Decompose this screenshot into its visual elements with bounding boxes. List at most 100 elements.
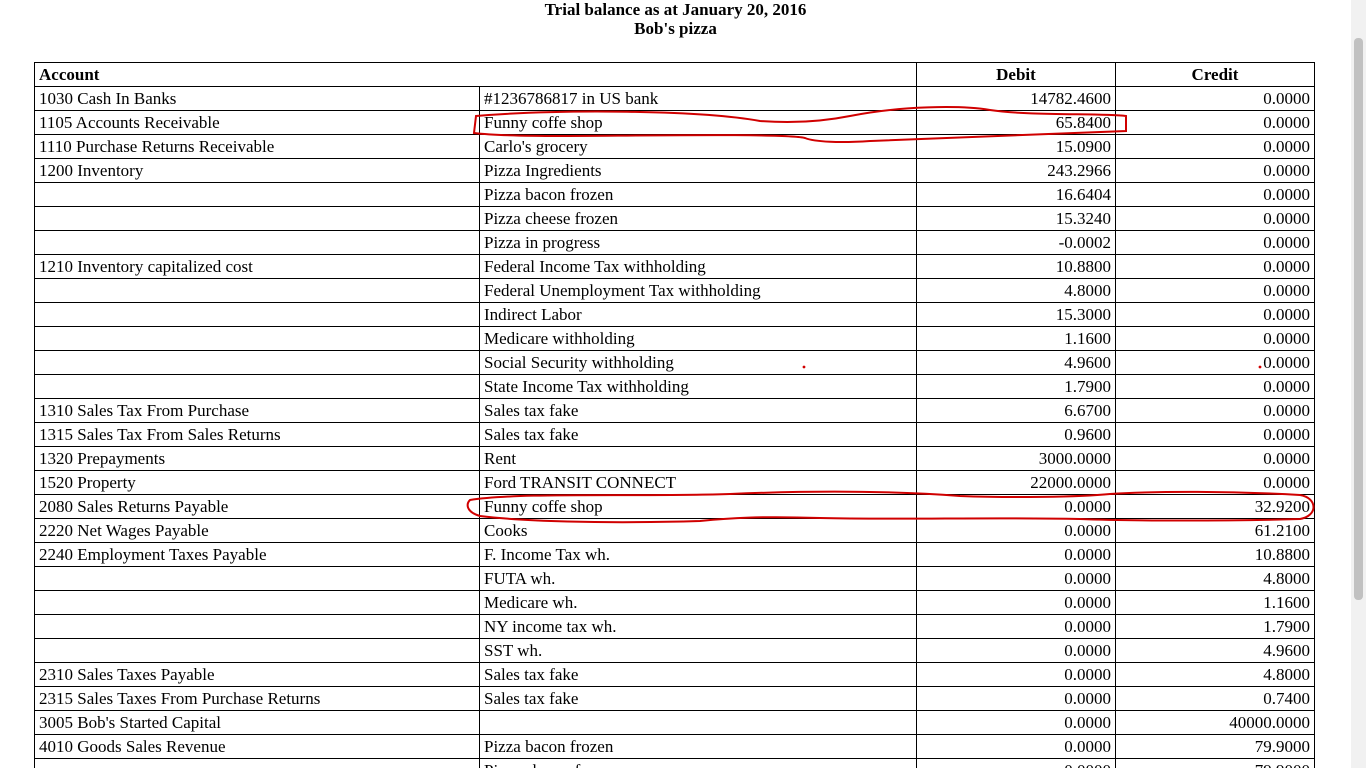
- detail-cell: [479, 710, 917, 735]
- table-row: 4010 Goods Sales Revenue Pizza bacon froz…: [34, 734, 1315, 759]
- table-row: 2220 Net Wages Payable Cooks 0.0000 61.2100: [34, 518, 1315, 543]
- credit-cell: 0.0000: [1115, 182, 1315, 207]
- credit-cell: 4.8000: [1115, 566, 1315, 591]
- credit-cell: 1.1600: [1115, 590, 1315, 615]
- credit-cell: 0.0000: [1115, 326, 1315, 351]
- account-column-header: Account: [34, 62, 917, 87]
- detail-cell: Indirect Labor: [479, 302, 917, 327]
- account-cell: [34, 302, 480, 327]
- detail-cell: Ford TRANSIT CONNECT: [479, 470, 917, 495]
- account-cell: 1030 Cash In Banks: [34, 86, 480, 111]
- table-row: 1520 Property Ford TRANSIT CONNECT 22000.0…: [34, 470, 1315, 495]
- table-row: 1320 Prepayments Rent 3000.0000 0.0000: [34, 446, 1315, 471]
- account-cell: [34, 278, 480, 303]
- account-cell: 1210 Inventory capitalized cost: [34, 254, 480, 279]
- debit-cell: 14782.4600: [916, 86, 1116, 111]
- scrollbar-thumb[interactable]: [1354, 38, 1363, 600]
- account-cell: [34, 614, 480, 639]
- table-row: Pizza cheese frozen0.000079.9000: [34, 758, 1315, 768]
- debit-cell: 0.0000: [916, 686, 1116, 711]
- account-cell: 1200 Inventory: [34, 158, 480, 183]
- debit-cell: 0.0000: [916, 518, 1116, 543]
- detail-cell: Medicare wh.: [479, 590, 917, 615]
- table-row: Indirect Labor 15.3000 0.0000: [34, 302, 1315, 327]
- table-row: 1210 Inventory capitalized cost Federal I…: [34, 254, 1315, 279]
- table-row: 1200 Inventory Pizza Ingredients 243.2966 0…: [34, 158, 1315, 183]
- detail-cell: Medicare withholding: [479, 326, 917, 351]
- account-cell: [34, 638, 480, 663]
- detail-cell: Cooks: [479, 518, 917, 543]
- account-cell: 2080 Sales Returns Payable: [34, 494, 480, 519]
- debit-cell: 15.3240: [916, 206, 1116, 231]
- account-cell: 1315 Sales Tax From Sales Returns: [34, 422, 480, 447]
- account-cell: [34, 182, 480, 207]
- table-row: 2080 Sales Returns Payable Funny coffe sh…: [34, 494, 1315, 519]
- detail-cell: Sales tax fake: [479, 662, 917, 687]
- report-title: Trial balance as at January 20, 2016: [544, 0, 807, 19]
- debit-cell: 0.0000: [916, 758, 1116, 768]
- detail-cell: Funny coffe shop: [479, 494, 917, 519]
- debit-cell: 65.8400: [916, 110, 1116, 135]
- detail-cell: Rent: [479, 446, 917, 471]
- table-row: 1105 Accounts Receivable Funny coffe shop…: [34, 110, 1315, 135]
- debit-cell: 16.6404: [916, 182, 1116, 207]
- detail-cell: Pizza bacon frozen: [479, 734, 917, 759]
- detail-cell: Pizza bacon frozen: [479, 182, 917, 207]
- table-row: 2310 Sales Taxes Payable Sales tax fake 0.…: [34, 662, 1315, 687]
- debit-cell: 3000.0000: [916, 446, 1116, 471]
- debit-cell: 6.6700: [916, 398, 1116, 423]
- debit-cell: 0.0000: [916, 710, 1116, 735]
- vertical-scrollbar[interactable]: [1351, 0, 1366, 768]
- account-cell: 2315 Sales Taxes From Purchase Returns: [34, 686, 480, 711]
- account-cell: 3005 Bob's Started Capital: [34, 710, 480, 735]
- table-body: 1030 Cash In Banks #1236786817 in US bank…: [34, 86, 1315, 768]
- debit-cell: 15.0900: [916, 134, 1116, 159]
- credit-cell: 0.0000: [1115, 230, 1315, 255]
- account-cell: [34, 326, 480, 351]
- credit-cell: 1.7900: [1115, 614, 1315, 639]
- debit-cell: 0.0000: [916, 638, 1116, 663]
- credit-cell: 10.8800: [1115, 542, 1315, 567]
- credit-cell: 0.0000: [1115, 302, 1315, 327]
- debit-cell: 0.0000: [916, 614, 1116, 639]
- table-row: Medicare wh. 0.0000 1.1600: [34, 590, 1315, 615]
- table-row: Pizza bacon frozen 16.6404 0.0000: [34, 182, 1315, 207]
- debit-cell: 1.1600: [916, 326, 1116, 351]
- account-cell: 1110 Purchase Returns Receivable: [34, 134, 480, 159]
- account-cell: [34, 230, 480, 255]
- credit-cell: 0.0000: [1115, 206, 1315, 231]
- detail-cell: Social Security withholding: [479, 350, 917, 375]
- detail-cell: Pizza Ingredients: [479, 158, 917, 183]
- detail-cell: Funny coffe shop: [479, 110, 917, 135]
- trial-balance-table: Account Debit Credit 1030 Cash In Banks #…: [34, 62, 1315, 768]
- detail-cell: Pizza cheese frozen: [479, 206, 917, 231]
- credit-cell: 4.8000: [1115, 662, 1315, 687]
- credit-cell: 0.0000: [1115, 422, 1315, 447]
- table-row: Medicare withholding 1.1600 0.0000: [34, 326, 1315, 351]
- debit-cell: 4.9600: [916, 350, 1116, 375]
- debit-cell: 0.9600: [916, 422, 1116, 447]
- detail-cell: Pizza cheese frozen: [479, 758, 917, 768]
- report-header: Trial balance as at January 20, 2016 Bob…: [0, 0, 1351, 38]
- credit-cell: 0.0000: [1115, 398, 1315, 423]
- debit-cell: 0.0000: [916, 542, 1116, 567]
- detail-cell: State Income Tax withholding: [479, 374, 917, 399]
- account-cell: 2310 Sales Taxes Payable: [34, 662, 480, 687]
- credit-cell: 0.0000: [1115, 446, 1315, 471]
- debit-cell: 22000.0000: [916, 470, 1116, 495]
- account-cell: 1320 Prepayments: [34, 446, 480, 471]
- account-cell: 4010 Goods Sales Revenue: [34, 734, 480, 759]
- table-header-row: Account Debit Credit: [34, 62, 1315, 87]
- debit-cell: 4.8000: [916, 278, 1116, 303]
- detail-cell: SST wh.: [479, 638, 917, 663]
- table-row: Social Security withholding 4.9600 0.0000: [34, 350, 1315, 375]
- debit-cell: 1.7900: [916, 374, 1116, 399]
- debit-cell: 0.0000: [916, 494, 1116, 519]
- account-cell: 1310 Sales Tax From Purchase: [34, 398, 480, 423]
- credit-cell: 0.7400: [1115, 686, 1315, 711]
- debit-cell: -0.0002: [916, 230, 1116, 255]
- debit-cell: 0.0000: [916, 590, 1116, 615]
- account-cell: [34, 206, 480, 231]
- debit-cell: 243.2966: [916, 158, 1116, 183]
- credit-cell: 0.0000: [1115, 158, 1315, 183]
